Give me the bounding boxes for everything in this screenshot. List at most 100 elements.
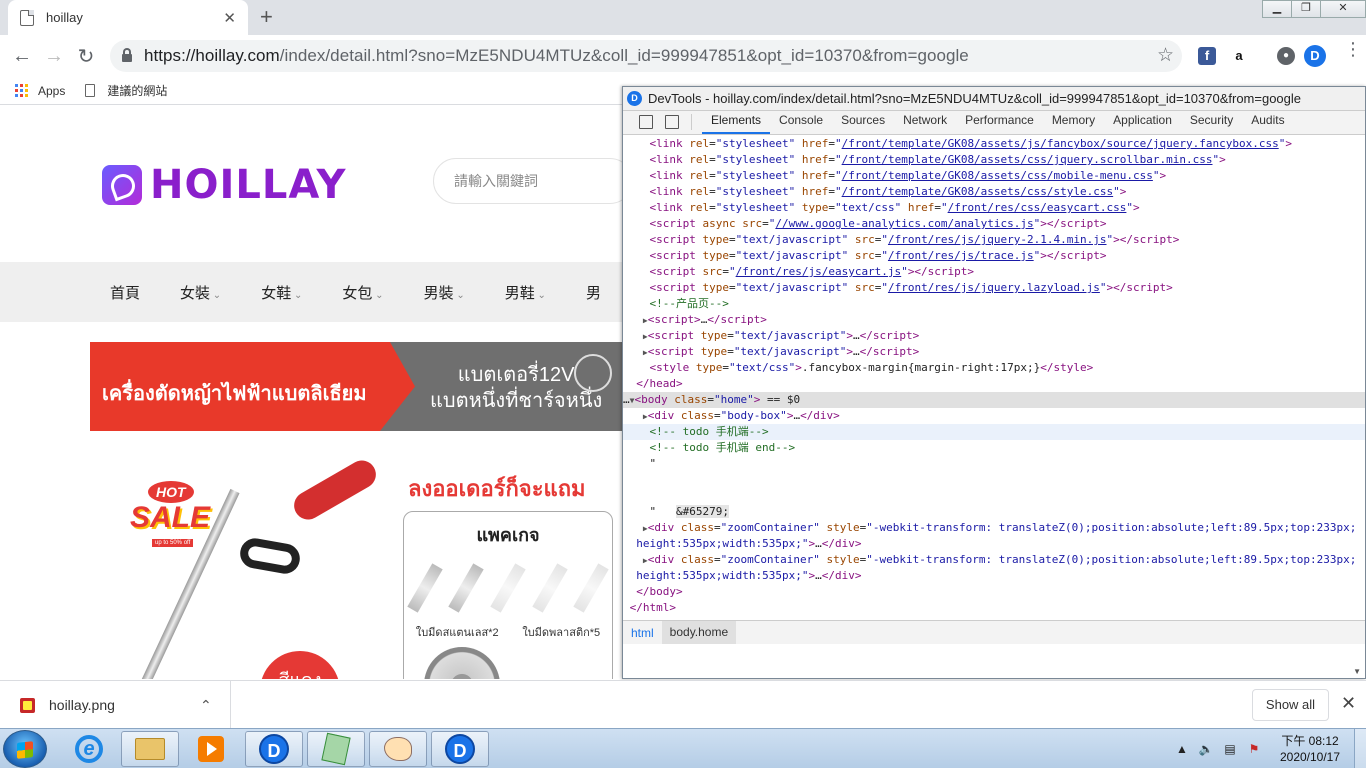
- dom-node-script[interactable]: <script type="text/javascript" src="/fro…: [623, 232, 1365, 248]
- site-logo[interactable]: HOILLAY: [102, 162, 346, 208]
- lock-icon[interactable]: [122, 48, 132, 62]
- tab-elements[interactable]: Elements: [702, 110, 771, 134]
- show-hidden-icons-icon[interactable]: ▲: [1174, 742, 1190, 756]
- tab-sources[interactable]: Sources: [832, 110, 894, 134]
- windows-taskbar: e D D ▲ 🔈 ▤ ⚑ 下午 08:12 2020/10/17: [0, 728, 1366, 768]
- breadcrumb-html[interactable]: html: [623, 626, 662, 640]
- close-download-bar-icon[interactable]: ✕: [1341, 693, 1356, 714]
- dom-node-script[interactable]: ▶<script type="text/javascript">…</scrip…: [623, 344, 1365, 360]
- dom-node-zoom-container[interactable]: ▶<div class="zoomContainer" style="-webk…: [623, 520, 1365, 536]
- dom-node-head-close[interactable]: </head>: [623, 376, 1365, 392]
- download-item[interactable]: hoillay.png ⌃: [0, 681, 231, 729]
- device-toolbar-icon[interactable]: [665, 115, 679, 129]
- taskbar-explorer[interactable]: [121, 731, 179, 767]
- nav-item-mens-clothing[interactable]: 男裝: [424, 282, 465, 303]
- bookmark-star-icon[interactable]: ☆: [1157, 44, 1174, 67]
- product-image[interactable]: HOT SALE up to 50% off สีแดง ลงออเดอร์ก็…: [90, 451, 622, 679]
- nav-item-womens-shoes[interactable]: 女鞋: [261, 282, 302, 303]
- dom-node-script[interactable]: <script type="text/javascript" src="/fro…: [623, 280, 1365, 296]
- show-all-downloads-button[interactable]: Show all: [1252, 689, 1329, 721]
- reload-icon[interactable]: ↻: [70, 44, 102, 69]
- media-player-icon: [198, 736, 224, 762]
- dom-node-link[interactable]: <link rel="stylesheet" type="text/css" h…: [623, 200, 1365, 216]
- address-bar[interactable]: https://hoillay.com/index/detail.html?sn…: [110, 40, 1182, 72]
- tab-security[interactable]: Security: [1181, 110, 1242, 134]
- chrome-menu-icon[interactable]: ⋮: [1344, 40, 1362, 58]
- tab-close-icon[interactable]: ✕: [223, 9, 236, 27]
- show-desktop-button[interactable]: [1354, 729, 1366, 768]
- restore-button[interactable]: ❐: [1291, 0, 1321, 18]
- dom-node-link[interactable]: <link rel="stylesheet" href="/front/temp…: [623, 168, 1365, 184]
- dom-node-link[interactable]: <link rel="stylesheet" href="/front/temp…: [623, 136, 1365, 152]
- dom-node-style[interactable]: <style type="text/css">.fancybox-margin{…: [623, 360, 1365, 376]
- taskbar-media-player[interactable]: [182, 731, 240, 767]
- taskbar-paint[interactable]: [369, 731, 427, 767]
- tab-console[interactable]: Console: [770, 110, 832, 134]
- taskbar-app-d-2[interactable]: D: [431, 731, 489, 767]
- dom-node-body-close[interactable]: </body>: [623, 584, 1365, 600]
- dom-node-text[interactable]: ": [623, 504, 1365, 520]
- start-button[interactable]: [3, 730, 47, 768]
- volume-icon[interactable]: 🔈: [1198, 742, 1214, 756]
- tab-network[interactable]: Network: [894, 110, 956, 134]
- taskbar-ie[interactable]: e: [60, 731, 118, 767]
- dom-node-zoom-container[interactable]: ▶<div class="zoomContainer" style="-webk…: [623, 552, 1365, 568]
- app-d-extension-icon[interactable]: D: [1304, 45, 1326, 67]
- dom-node-body-selected[interactable]: …▼<body class="home"> == $0: [623, 392, 1365, 408]
- browser-tab[interactable]: hoillay ✕: [8, 0, 248, 35]
- dom-node-text[interactable]: ": [623, 456, 1365, 472]
- dom-node-comment[interactable]: <!--产品页-->: [623, 296, 1365, 312]
- sale-hot-label: HOT: [148, 481, 194, 503]
- taskbar-notepad[interactable]: [307, 731, 365, 767]
- bookmark-suggested-sites[interactable]: 建議的網站: [107, 82, 167, 99]
- url-text[interactable]: https://hoillay.com/index/detail.html?sn…: [144, 46, 969, 66]
- chevron-up-icon[interactable]: ⌃: [200, 697, 230, 714]
- minimize-button[interactable]: ▁: [1262, 0, 1292, 18]
- dom-node-script[interactable]: <script async src="//www.google-analytic…: [623, 216, 1365, 232]
- taskbar-clock[interactable]: 下午 08:12 2020/10/17: [1270, 733, 1350, 765]
- breadcrumb-body[interactable]: body.home: [661, 621, 737, 644]
- inspect-element-icon[interactable]: [639, 115, 653, 129]
- dom-node-script[interactable]: <script src="/front/res/js/easycart.js">…: [623, 264, 1365, 280]
- dom-node-link[interactable]: <link rel="stylesheet" href="/front/temp…: [623, 184, 1365, 200]
- facebook-extension-icon[interactable]: f: [1198, 47, 1216, 65]
- dom-node-html-close[interactable]: </html>: [623, 600, 1365, 616]
- dom-node-comment[interactable]: <!-- todo 手机端 end-->: [623, 440, 1365, 456]
- back-arrow-icon[interactable]: ←: [6, 45, 38, 68]
- dom-node-text[interactable]: &#65279;: [623, 472, 1365, 518]
- close-window-button[interactable]: ✕: [1320, 0, 1366, 18]
- nav-item-womens-bags[interactable]: 女包: [342, 282, 383, 303]
- taskbar-app-d[interactable]: D: [245, 731, 303, 767]
- tab-audits[interactable]: Audits: [1242, 110, 1293, 134]
- browser-tab-strip: hoillay ✕ + ▁ ❐ ✕: [0, 0, 1366, 35]
- dom-node-script[interactable]: <script type="text/javascript" src="/fro…: [623, 248, 1365, 264]
- dom-node-script[interactable]: ▶<script type="text/javascript">…</scrip…: [623, 328, 1365, 344]
- app-d-icon: D: [259, 734, 289, 764]
- dom-node-comment[interactable]: <!-- todo 手机端-->: [623, 424, 1365, 440]
- dom-node-div[interactable]: ▶<div class="body-box">…</div>: [623, 408, 1365, 424]
- scroll-down-arrow-icon[interactable]: ▼: [1353, 667, 1361, 676]
- amazon-extension-icon[interactable]: a: [1230, 47, 1248, 65]
- site-search-input[interactable]: 請輸入關鍵詞: [433, 158, 622, 204]
- nav-item-womens-clothing[interactable]: 女裝: [180, 282, 221, 303]
- nav-item-mens-more[interactable]: 男: [586, 282, 601, 303]
- account-icon[interactable]: ●: [1277, 47, 1295, 65]
- bookmark-apps[interactable]: Apps: [38, 84, 65, 98]
- new-tab-button[interactable]: +: [260, 5, 273, 29]
- tab-performance[interactable]: Performance: [956, 110, 1043, 134]
- dom-node-link[interactable]: <link rel="stylesheet" href="/front/temp…: [623, 152, 1365, 168]
- product-banner[interactable]: เครื่องตัดหญ้าไฟฟ้าแบตลิเธียม แบตเตอรี่1…: [90, 342, 622, 431]
- dom-node-script[interactable]: ▶<script>…</script>: [623, 312, 1365, 328]
- tab-memory[interactable]: Memory: [1043, 110, 1104, 134]
- page-icon: [85, 84, 96, 97]
- network-icon[interactable]: ▤: [1222, 742, 1238, 756]
- forward-arrow-icon[interactable]: →: [38, 45, 70, 68]
- nav-item-home[interactable]: 首頁: [110, 282, 140, 303]
- elements-tree[interactable]: <link rel="stylesheet" href="/front/temp…: [623, 136, 1365, 620]
- download-file-name[interactable]: hoillay.png: [49, 697, 200, 713]
- action-center-icon[interactable]: ⚑: [1246, 742, 1262, 756]
- nav-item-mens-shoes[interactable]: 男鞋: [505, 282, 546, 303]
- apps-grid-icon[interactable]: [15, 84, 28, 97]
- tab-title: hoillay: [46, 10, 83, 25]
- tab-application[interactable]: Application: [1104, 110, 1181, 134]
